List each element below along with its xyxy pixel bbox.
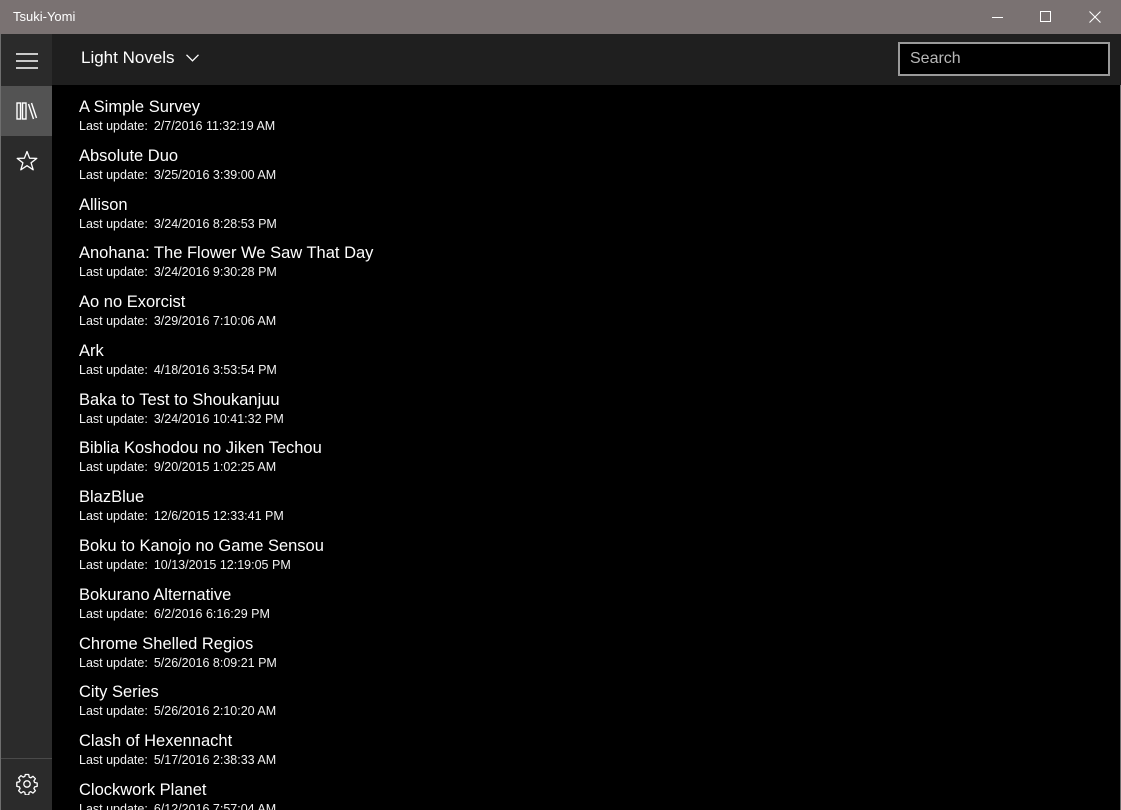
item-title: Boku to Kanojo no Game Sensou [79,537,324,555]
item-title: BlazBlue [79,488,145,506]
last-update-label: Last update: [79,753,148,767]
item-subtitle: Last update: 6/12/2016 7:57:04 AM [79,801,276,810]
close-icon [1089,11,1101,23]
list-item[interactable]: City Series Last update: 5/26/2016 2:10:2… [79,681,276,729]
item-subtitle: Last update: 3/29/2016 7:10:06 AM [79,313,276,329]
window-title: Tsuki-Yomi [13,9,76,24]
item-subtitle: Last update: 10/13/2015 12:19:05 PM [79,557,324,573]
list-item[interactable]: Ark Last update: 4/18/2016 3:53:54 PM [79,340,277,388]
item-title: Biblia Koshodou no Jiken Techou [79,439,322,457]
last-update-label: Last update: [79,412,148,426]
chevron-down-icon [185,54,199,62]
item-subtitle: Last update: 5/17/2016 2:38:33 AM [79,752,276,768]
list-item[interactable]: A Simple Survey Last update: 2/7/2016 11:… [79,96,275,144]
item-title: A Simple Survey [79,98,201,116]
item-title: Ark [79,342,104,360]
item-title: Clash of Hexennacht [79,732,233,750]
last-update-label: Last update: [79,509,148,523]
last-update-value: 3/24/2016 10:41:32 PM [153,412,284,426]
sidebar-item-settings[interactable] [1,758,52,808]
list-item[interactable]: Biblia Koshodou no Jiken Techou Last upd… [79,437,322,485]
item-subtitle: Last update: 12/6/2015 12:33:41 PM [79,508,284,524]
item-title: Clockwork Planet [79,781,207,799]
library-icon [15,102,37,120]
last-update-value: 5/26/2016 2:10:20 AM [153,704,277,718]
sidebar-item-favorites[interactable] [1,136,52,186]
hamburger-menu-button[interactable] [1,36,52,86]
last-update-label: Last update: [79,607,148,621]
close-button[interactable] [1071,0,1119,34]
item-subtitle: Last update: 5/26/2016 2:10:20 AM [79,703,276,719]
list-item[interactable]: Anohana: The Flower We Saw That Day Last… [79,242,373,290]
last-update-label: Last update: [79,656,148,670]
search-input[interactable] [898,42,1110,76]
last-update-value: 3/24/2016 8:28:53 PM [153,217,277,231]
list-item[interactable]: Boku to Kanojo no Game Sensou Last updat… [79,535,324,583]
last-update-value: 6/12/2016 7:57:04 AM [153,802,277,810]
novel-list: A Simple Survey Last update: 2/7/2016 11:… [52,85,1121,810]
list-item[interactable]: BlazBlue Last update: 12/6/2015 12:33:41 … [79,486,284,534]
last-update-label: Last update: [79,460,148,474]
item-subtitle: Last update: 3/25/2016 3:39:00 AM [79,167,276,183]
last-update-label: Last update: [79,558,148,572]
minimize-button[interactable] [974,0,1022,34]
list-item[interactable]: Absolute Duo Last update: 3/25/2016 3:39:… [79,145,276,193]
list-item[interactable]: Bokurano Alternative Last update: 6/2/201… [79,584,270,632]
last-update-value: 4/18/2016 3:53:54 PM [153,363,277,377]
item-title: Absolute Duo [79,147,179,165]
item-subtitle: Last update: 5/26/2016 8:09:21 PM [79,655,277,671]
star-icon [16,150,37,171]
list-item[interactable]: Clash of Hexennacht Last update: 5/17/201… [79,730,276,778]
item-subtitle: Last update: 9/20/2015 1:02:25 AM [79,459,322,475]
last-update-label: Last update: [79,704,148,718]
last-update-value: 10/13/2015 12:19:05 PM [153,558,291,572]
category-dropdown-label: Light Novels [81,48,175,67]
last-update-label: Last update: [79,168,148,182]
list-item[interactable]: Ao no Exorcist Last update: 3/29/2016 7:1… [79,291,276,339]
hamburger-menu-icon [15,53,38,69]
gear-icon [15,773,38,795]
title-bar: Tsuki-Yomi [0,0,1121,34]
page-header: Light Novels [52,34,1121,85]
last-update-label: Last update: [79,119,148,133]
last-update-value: 3/29/2016 7:10:06 AM [153,314,277,328]
last-update-value: 2/7/2016 11:32:19 AM [153,119,276,133]
item-title: Ao no Exorcist [79,293,186,311]
last-update-value: 5/17/2016 2:38:33 AM [153,753,277,767]
list-item[interactable]: Baka to Test to Shoukanjuu Last update: 3… [79,389,284,437]
item-subtitle: Last update: 3/24/2016 10:41:32 PM [79,411,284,427]
item-subtitle: Last update: 6/2/2016 6:16:29 PM [79,606,270,622]
sidebar-item-library[interactable] [1,86,52,136]
last-update-label: Last update: [79,802,148,810]
last-update-value: 5/26/2016 8:09:21 PM [153,656,277,670]
item-subtitle: Last update: 4/18/2016 3:53:54 PM [79,362,277,378]
minimize-icon [992,17,1003,18]
item-subtitle: Last update: 3/24/2016 8:28:53 PM [79,216,277,232]
item-title: Baka to Test to Shoukanjuu [79,391,280,409]
item-title: Anohana: The Flower We Saw That Day [79,244,374,262]
last-update-value: 12/6/2015 12:33:41 PM [153,509,284,523]
last-update-label: Last update: [79,314,148,328]
last-update-value: 3/25/2016 3:39:00 AM [153,168,277,182]
navigation-sidebar [0,34,52,810]
item-title: Allison [79,196,128,214]
maximize-icon [1040,11,1051,22]
list-item[interactable]: Allison Last update: 3/24/2016 8:28:53 PM [79,194,277,242]
last-update-value: 3/24/2016 9:30:28 PM [153,265,277,279]
maximize-button[interactable] [1022,0,1070,34]
last-update-value: 9/20/2015 1:02:25 AM [153,460,277,474]
last-update-value: 6/2/2016 6:16:29 PM [153,607,270,621]
list-item[interactable]: Chrome Shelled Regios Last update: 5/26/2… [79,633,277,681]
item-title: City Series [79,683,159,701]
item-title: Bokurano Alternative [79,586,232,604]
last-update-label: Last update: [79,363,148,377]
last-update-label: Last update: [79,265,148,279]
last-update-label: Last update: [79,217,148,231]
category-dropdown[interactable]: Light Novels [81,48,199,68]
list-item[interactable]: Clockwork Planet Last update: 6/12/2016 7… [79,779,276,810]
item-subtitle: Last update: 2/7/2016 11:32:19 AM [79,118,275,134]
item-title: Chrome Shelled Regios [79,635,254,653]
item-subtitle: Last update: 3/24/2016 9:30:28 PM [79,264,373,280]
